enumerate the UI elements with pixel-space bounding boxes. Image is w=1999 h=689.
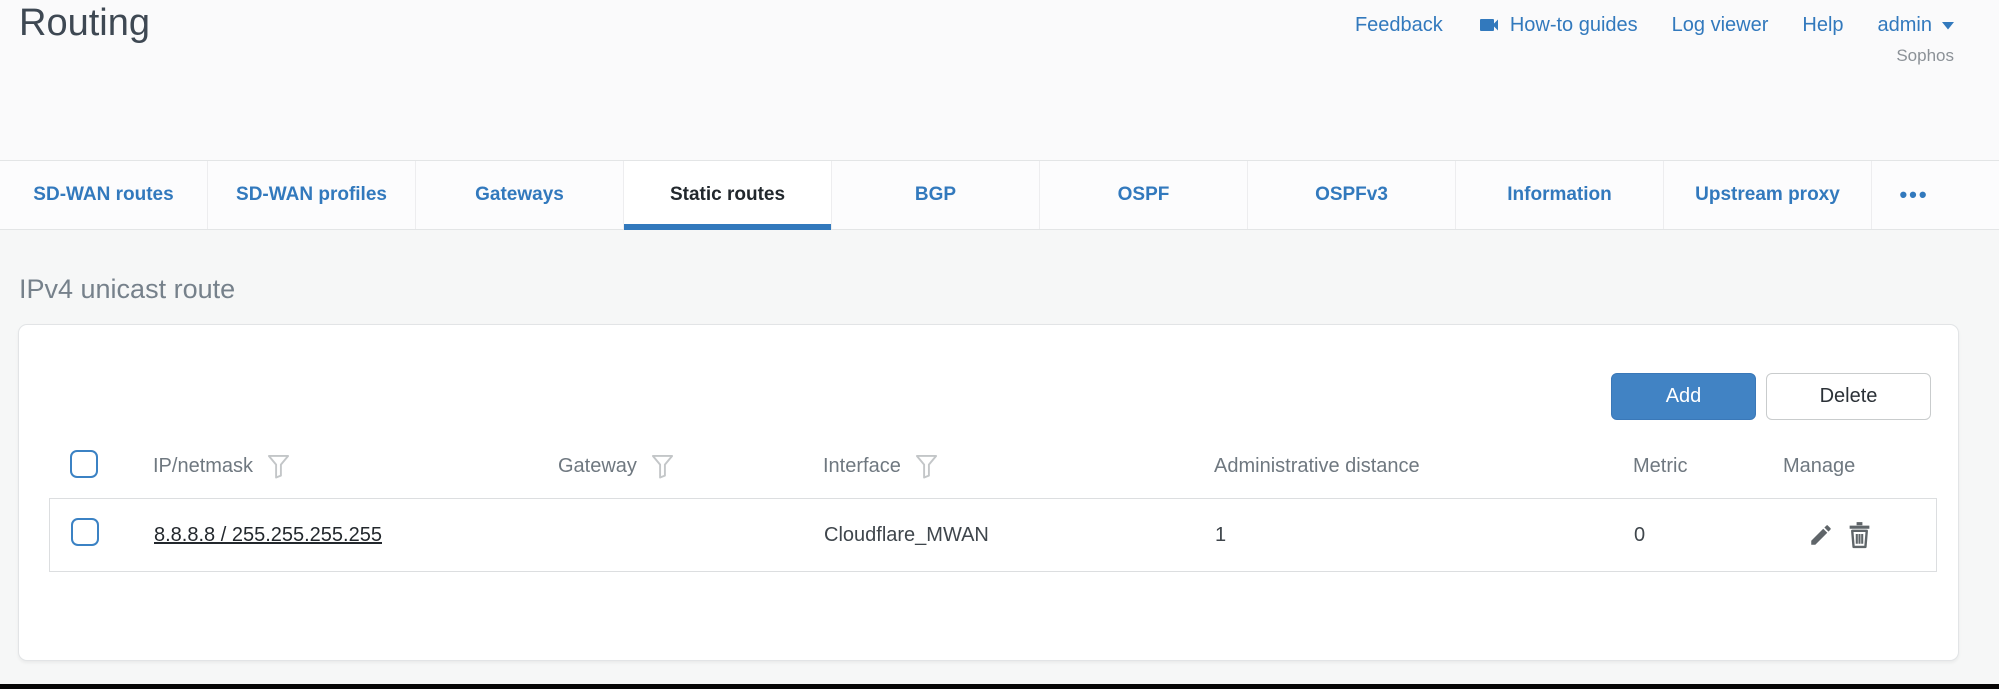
filter-icon[interactable] xyxy=(651,454,674,479)
column-header-manage: Manage xyxy=(1783,455,1937,478)
tab-label: Static routes xyxy=(670,184,785,206)
column-label: Interface xyxy=(823,455,901,478)
tab-label: Upstream proxy xyxy=(1695,184,1840,206)
log-viewer-link[interactable]: Log viewer xyxy=(1672,14,1769,37)
column-label: Manage xyxy=(1783,455,1855,478)
routing-page: Routing Feedback How-to guides Log viewe… xyxy=(0,0,1999,689)
tab-sdwan-routes[interactable]: SD-WAN routes xyxy=(0,161,208,229)
tab-overflow-menu[interactable]: ••• xyxy=(1872,161,1956,229)
tab-label: SD-WAN routes xyxy=(33,184,173,206)
feedback-link-label: Feedback xyxy=(1355,14,1443,37)
row-admin-distance-cell: 1 xyxy=(1215,524,1634,547)
column-label: Gateway xyxy=(558,455,637,478)
tab-label: OSPFv3 xyxy=(1315,184,1388,206)
header-links: Feedback How-to guides Log viewer Help a… xyxy=(1355,13,1955,37)
interface-value: Cloudflare_MWAN xyxy=(824,524,989,546)
admin-menu-label: admin xyxy=(1878,14,1932,37)
tab-upstream-proxy[interactable]: Upstream proxy xyxy=(1664,161,1872,229)
tab-label: Gateways xyxy=(475,184,564,206)
row-checkbox[interactable] xyxy=(71,518,99,546)
screen-bottom-edge xyxy=(0,684,1999,689)
table-row: 8.8.8.8 / 255.255.255.255 Cloudflare_MWA… xyxy=(49,498,1937,572)
page-header: Routing Feedback How-to guides Log viewe… xyxy=(0,0,1999,160)
table-toolbar: Add Delete xyxy=(19,325,1958,420)
header-checkbox-cell xyxy=(49,450,153,483)
row-metric-cell: 0 xyxy=(1634,524,1784,547)
tab-ospf[interactable]: OSPF xyxy=(1040,161,1248,229)
howto-guides-label: How-to guides xyxy=(1510,14,1638,37)
admin-distance-value: 1 xyxy=(1215,524,1226,546)
select-all-checkbox[interactable] xyxy=(70,450,98,478)
ellipsis-icon: ••• xyxy=(1899,182,1928,208)
account-name: Sophos xyxy=(1896,46,1954,66)
tab-label: Information xyxy=(1507,184,1612,206)
column-header-gateway: Gateway xyxy=(558,454,823,479)
column-label: Metric xyxy=(1633,455,1687,478)
delete-button[interactable]: Delete xyxy=(1766,373,1931,420)
log-viewer-label: Log viewer xyxy=(1672,14,1769,37)
tab-ospfv3[interactable]: OSPFv3 xyxy=(1248,161,1456,229)
video-camera-icon xyxy=(1477,13,1501,37)
caret-down-icon xyxy=(1941,21,1955,30)
tab-label: BGP xyxy=(915,184,956,206)
metric-value: 0 xyxy=(1634,524,1645,546)
tab-sdwan-profiles[interactable]: SD-WAN profiles xyxy=(208,161,416,229)
tab-label: SD-WAN profiles xyxy=(236,184,387,206)
routing-tabbar: SD-WAN routes SD-WAN profiles Gateways S… xyxy=(0,160,1999,230)
ipv4-unicast-route-card: Add Delete IP/netmask Gateway Interfac xyxy=(18,324,1959,661)
trash-icon[interactable] xyxy=(1847,522,1872,549)
tab-static-routes[interactable]: Static routes xyxy=(624,161,832,229)
row-ip-netmask-cell: 8.8.8.8 / 255.255.255.255 xyxy=(154,524,559,547)
admin-menu[interactable]: admin xyxy=(1878,14,1955,37)
feedback-link[interactable]: Feedback xyxy=(1355,14,1443,37)
column-label: IP/netmask xyxy=(153,455,253,478)
tab-label: OSPF xyxy=(1118,184,1170,206)
row-manage-cell xyxy=(1784,522,1936,549)
filter-icon[interactable] xyxy=(267,454,290,479)
tab-information[interactable]: Information xyxy=(1456,161,1664,229)
filter-icon[interactable] xyxy=(915,454,938,479)
row-interface-cell: Cloudflare_MWAN xyxy=(824,524,1215,547)
page-title: Routing xyxy=(19,2,150,45)
tab-bgp[interactable]: BGP xyxy=(832,161,1040,229)
table-header-row: IP/netmask Gateway Interface Administrat… xyxy=(49,434,1937,498)
tab-gateways[interactable]: Gateways xyxy=(416,161,624,229)
column-header-admin-distance: Administrative distance xyxy=(1214,455,1633,478)
column-header-metric: Metric xyxy=(1633,455,1783,478)
column-label: Administrative distance xyxy=(1214,455,1420,478)
ip-netmask-link[interactable]: 8.8.8.8 / 255.255.255.255 xyxy=(154,524,382,546)
column-header-ip-netmask: IP/netmask xyxy=(153,454,558,479)
column-header-interface: Interface xyxy=(823,454,1214,479)
row-checkbox-cell xyxy=(50,518,154,552)
add-button[interactable]: Add xyxy=(1611,373,1756,420)
help-label: Help xyxy=(1802,14,1843,37)
howto-guides-link[interactable]: How-to guides xyxy=(1477,13,1638,37)
edit-icon[interactable] xyxy=(1808,522,1834,548)
section-title: IPv4 unicast route xyxy=(19,274,1999,305)
help-link[interactable]: Help xyxy=(1802,14,1843,37)
